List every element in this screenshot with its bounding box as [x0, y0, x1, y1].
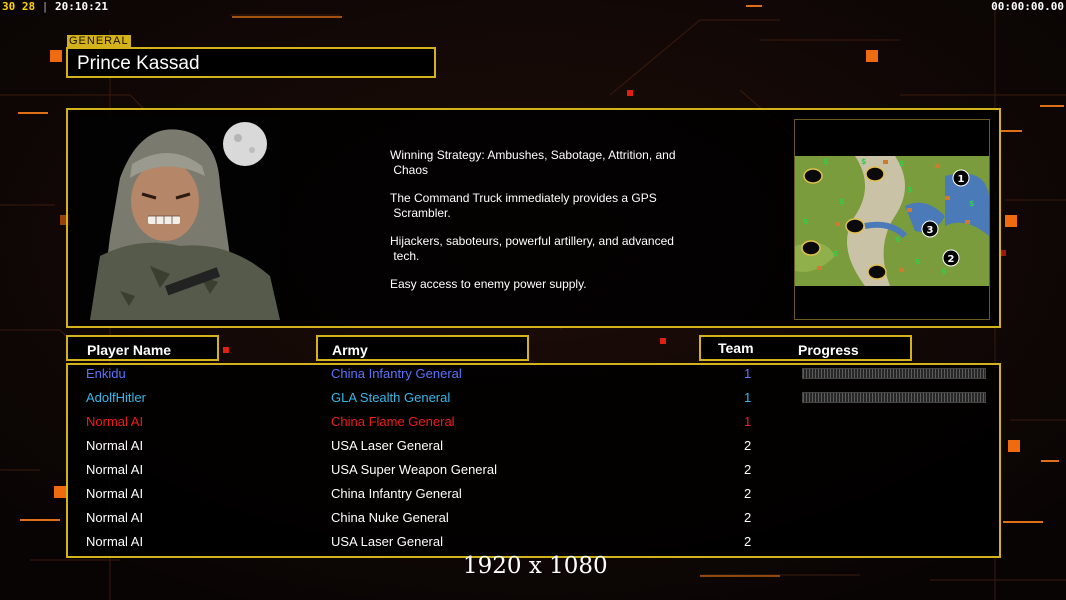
fps-counter: 30 28 | 20:10:21	[2, 0, 108, 13]
map-preview: 1 2 3 $ $ $ $ $ $ $ $ $ $ $	[794, 119, 990, 320]
player-name-cell: Enkidu	[86, 366, 126, 381]
strategy-line: The Command Truck immediately provides a…	[390, 191, 657, 220]
table-row: Normal AI China Flame General 1	[68, 411, 1003, 435]
army-cell: China Nuke General	[331, 510, 449, 525]
player-name-cell: Normal AI	[86, 414, 144, 429]
table-row: Normal AI China Nuke General 2	[68, 507, 1003, 531]
strategy-line: Winning Strategy: Ambushes, Sabotage, At…	[390, 148, 676, 177]
progress-bar	[802, 392, 986, 403]
header-progress-label: Progress	[798, 342, 859, 358]
table-row: AdolfHitler GLA Stealth General 1	[68, 387, 1003, 411]
moon-icon	[223, 122, 267, 166]
svg-text:$: $	[895, 235, 901, 244]
clock-value: 20:10:21	[55, 0, 108, 13]
strategy-line: Hijackers, saboteurs, powerful artillery…	[390, 234, 674, 263]
strategy-text: Winning Strategy: Ambushes, Sabotage, At…	[390, 148, 710, 306]
army-cell: USA Laser General	[331, 438, 444, 453]
team-cell: 2	[744, 534, 752, 549]
header-army-label: Army	[332, 342, 368, 358]
general-name: Prince Kassad	[77, 53, 200, 74]
player-name-cell: Normal AI	[86, 486, 144, 501]
svg-text:$: $	[861, 157, 867, 166]
svg-text:$: $	[839, 197, 845, 206]
army-cell: China Infantry General	[331, 486, 462, 501]
team-cell: 1	[744, 414, 752, 429]
army-cell: GLA Stealth General	[331, 390, 451, 405]
player-name-cell: Normal AI	[86, 510, 144, 525]
player-list: Enkidu China Infantry General 1 AdolfHitler…	[66, 363, 1001, 558]
team-cell: 2	[744, 438, 752, 453]
header-team-label: Team	[718, 340, 754, 356]
marker-label: 1	[958, 174, 965, 185]
svg-text:$: $	[915, 257, 921, 266]
team-cell: 2	[744, 510, 752, 525]
team-cell: 2	[744, 486, 752, 501]
progress-bar	[802, 368, 986, 379]
player-name-cell: Normal AI	[86, 534, 144, 549]
fps-value: 30 28	[2, 0, 36, 13]
army-cell: USA Laser General	[331, 534, 444, 549]
player-name-cell: AdolfHitler	[86, 390, 146, 405]
player-name-cell: Normal AI	[86, 438, 144, 453]
resolution-label: 1920 x 1080	[463, 553, 608, 579]
table-row: Normal AI China Infantry General 2	[68, 483, 1003, 507]
header-army: Army	[316, 335, 529, 361]
table-row: Normal AI USA Super Weapon General 2	[68, 459, 1003, 483]
svg-text:$: $	[899, 159, 905, 168]
header-player-label: Player Name	[87, 342, 172, 358]
svg-text:$: $	[907, 185, 913, 194]
team-cell: 1	[744, 390, 752, 405]
svg-text:$: $	[969, 199, 975, 208]
game-timer: 00:00:00.00	[991, 0, 1064, 13]
marker-label: 3	[927, 225, 934, 236]
general-name-box: Prince Kassad	[66, 47, 436, 78]
general-portrait	[80, 116, 280, 320]
table-row: Normal AI USA Laser General 2	[68, 531, 1003, 555]
table-row: Normal AI USA Laser General 2	[68, 435, 1003, 459]
army-cell: China Infantry General	[331, 366, 462, 381]
header-player-name: Player Name	[66, 335, 219, 361]
svg-text:$: $	[823, 157, 829, 166]
marker-label: 2	[948, 254, 955, 265]
team-cell: 1	[744, 366, 752, 381]
team-cell: 2	[744, 462, 752, 477]
svg-text:$: $	[941, 267, 947, 276]
player-name-cell: Normal AI	[86, 462, 144, 477]
army-cell: USA Super Weapon General	[331, 462, 497, 477]
army-cell: China Flame General	[331, 414, 455, 429]
strategy-line: Easy access to enemy power supply.	[390, 277, 587, 291]
svg-text:$: $	[833, 249, 839, 258]
header-team-progress: Team Progress	[699, 335, 912, 361]
table-row: Enkidu China Infantry General 1	[68, 363, 1003, 387]
svg-text:$: $	[803, 217, 809, 226]
